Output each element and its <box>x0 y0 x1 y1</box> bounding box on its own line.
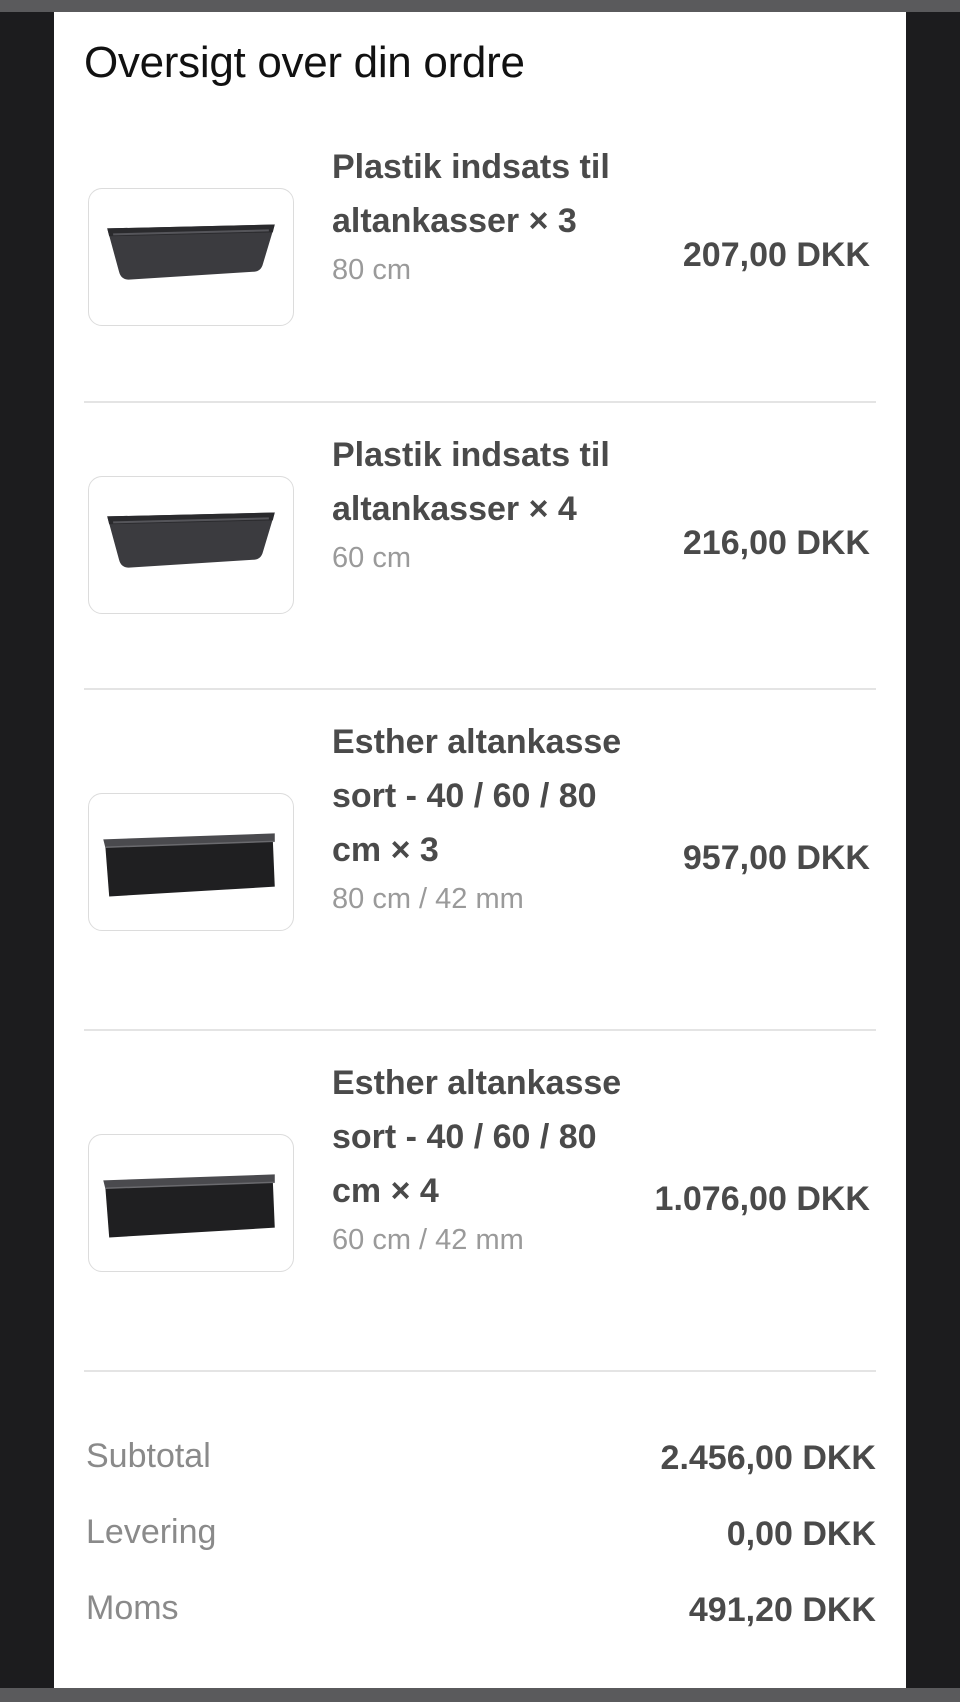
divider <box>84 1370 876 1372</box>
item-name: Esther altankasse sort - 40 / 60 / 80 cm… <box>332 1064 622 1210</box>
divider <box>84 1029 876 1031</box>
page-title: Oversigt over din ordre <box>84 38 525 87</box>
planter-insert-image <box>88 476 294 614</box>
tax-value: 491,20 DKK <box>688 1591 876 1629</box>
item-details: Esther altankasse sort - 40 / 60 / 80 cm… <box>332 715 622 919</box>
subtotal-label: Subtotal <box>86 1437 211 1475</box>
item-price: 1.076,00 DKK <box>654 1180 870 1218</box>
item-details: Plastik indsats til altankasser × 4 60 c… <box>332 428 622 578</box>
item-name: Plastik indsats til altankasser × 4 <box>332 436 610 528</box>
list-item: Esther altankasse sort - 40 / 60 / 80 cm… <box>84 715 876 1015</box>
item-price: 207,00 DKK <box>682 236 870 274</box>
subtotal-value: 2.456,00 DKK <box>660 1439 876 1477</box>
delivery-label: Levering <box>86 1513 217 1551</box>
bottom-edge-bar <box>0 1688 960 1702</box>
balcony-box-image <box>88 793 294 931</box>
list-item: Plastik indsats til altankasser × 3 80 c… <box>84 140 876 360</box>
item-details: Plastik indsats til altankasser × 3 80 c… <box>332 140 622 290</box>
delivery-value: 0,00 DKK <box>726 1515 876 1553</box>
tax-label: Moms <box>86 1589 179 1627</box>
item-name: Esther altankasse sort - 40 / 60 / 80 cm… <box>332 723 622 869</box>
divider <box>84 401 876 403</box>
subtotal-row: Subtotal 2.456,00 DKK <box>86 1437 876 1481</box>
item-variant: 60 cm <box>332 542 411 574</box>
divider <box>84 688 876 690</box>
item-variant: 60 cm / 42 mm <box>332 1224 524 1256</box>
item-name: Plastik indsats til altankasser × 3 <box>332 148 610 240</box>
top-edge-bar <box>0 0 960 12</box>
order-summary-card: Oversigt over din ordre Plastik indsats … <box>54 12 906 1690</box>
item-variant: 80 cm / 42 mm <box>332 883 524 915</box>
item-variant: 80 cm <box>332 254 411 286</box>
item-price: 957,00 DKK <box>682 839 870 877</box>
item-price: 216,00 DKK <box>682 524 870 562</box>
balcony-box-image <box>88 1134 294 1272</box>
planter-insert-image <box>88 188 294 326</box>
list-item: Plastik indsats til altankasser × 4 60 c… <box>84 428 876 648</box>
tax-row: Moms 491,20 DKK <box>86 1589 876 1633</box>
list-item: Esther altankasse sort - 40 / 60 / 80 cm… <box>84 1056 876 1356</box>
item-details: Esther altankasse sort - 40 / 60 / 80 cm… <box>332 1056 622 1260</box>
delivery-row: Levering 0,00 DKK <box>86 1513 876 1557</box>
